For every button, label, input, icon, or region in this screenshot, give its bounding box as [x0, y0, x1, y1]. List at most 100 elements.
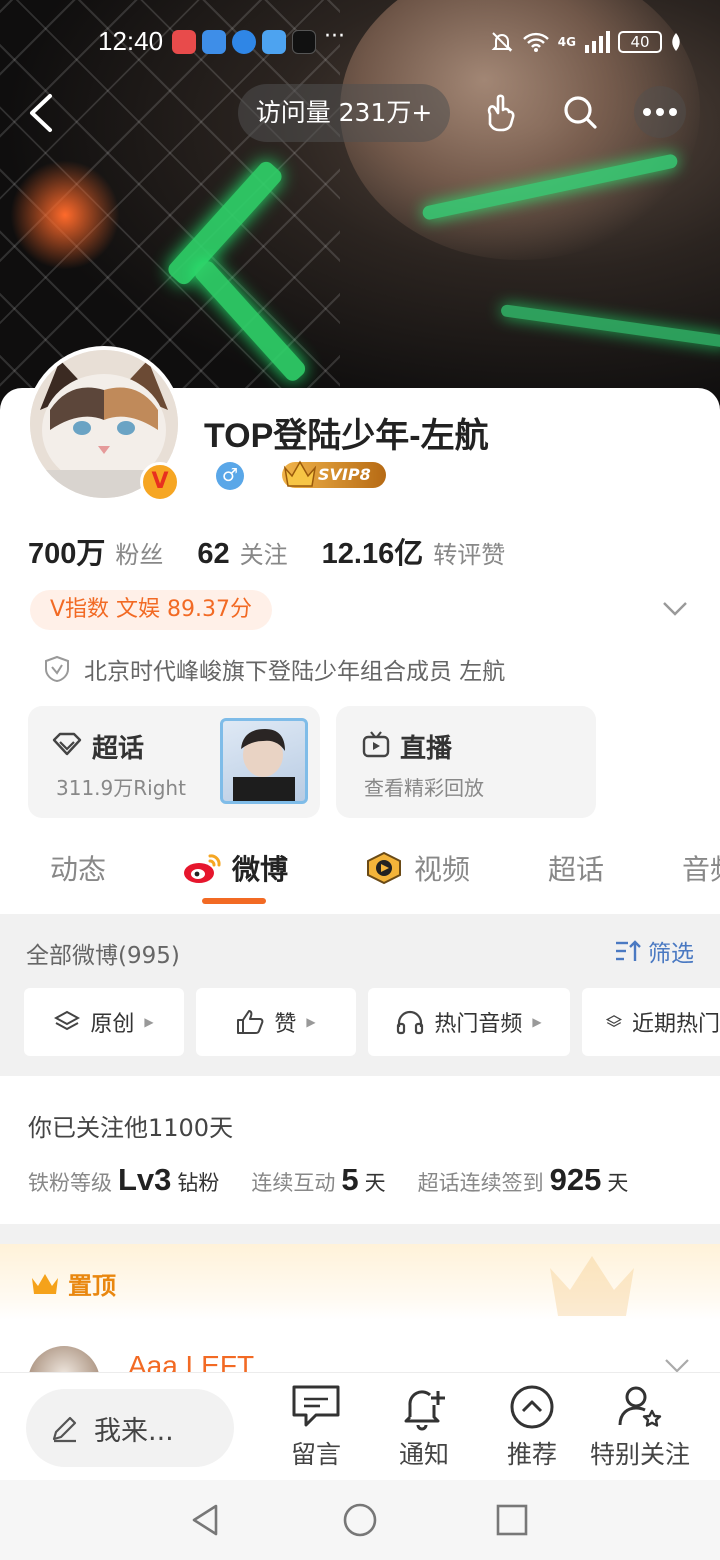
followers-label[interactable]: 粉丝	[115, 535, 163, 570]
tab-weibo[interactable]: 微博	[182, 848, 288, 888]
engagement-label: 转评赞	[433, 541, 506, 569]
fan-info-panel[interactable]: 你已关注他1100天 铁粉等级 Lv3 钻粉 连续互动 5 天 超话连续签到 9…	[0, 1076, 720, 1224]
all-posts-count: 全部微博(995)	[26, 943, 180, 969]
search-button[interactable]	[554, 86, 606, 138]
chip-arrow-icon: ▶	[144, 1015, 154, 1029]
chip-likes-label: 赞	[274, 1012, 297, 1037]
profile-tabs: 动态 微博 视频 超话 音频	[0, 830, 720, 914]
status-app-icons	[172, 30, 316, 54]
video-badge-icon	[367, 851, 401, 885]
cover-neon-stroke	[500, 304, 720, 348]
tab-video[interactable]: 视频	[364, 848, 470, 888]
chip-likes[interactable]: 赞 ▶	[196, 988, 356, 1056]
chevron-down-icon[interactable]	[664, 1358, 690, 1372]
chip-original-label: 原创	[90, 1012, 135, 1037]
fan-level-value: Lv3	[118, 1162, 172, 1197]
diamond-icon	[52, 732, 82, 756]
interact-unit: 天	[364, 1171, 386, 1195]
pinned-header: 置顶	[0, 1244, 720, 1320]
special-follow-label: 特别关注	[589, 1440, 690, 1469]
live-subtitle: 查看精彩回放	[364, 776, 484, 800]
chip-recent-hot[interactable]: 近期热门	[582, 988, 720, 1056]
svip-label: SVIP8	[318, 465, 371, 484]
followers-count[interactable]: 700万	[28, 530, 105, 572]
supertopic-subtitle: 311.9万Right	[56, 776, 186, 800]
battery-icon: 40	[618, 31, 662, 53]
wifi-icon	[522, 32, 549, 52]
filter-label: 筛选	[648, 941, 694, 967]
chip-original[interactable]: 原创 ▶	[24, 988, 184, 1056]
status-time: 12:40	[98, 26, 164, 56]
crown-icon	[32, 1273, 58, 1294]
tab-feed-label: 动态	[50, 853, 107, 886]
weibo-logo-icon	[184, 854, 221, 883]
chevron-down-icon[interactable]	[662, 600, 688, 618]
live-tile[interactable]: 直播 查看精彩回放	[336, 706, 596, 818]
nav-back-icon[interactable]	[188, 1502, 224, 1538]
following-label[interactable]: 关注	[240, 535, 288, 570]
user-star-icon	[618, 1386, 662, 1427]
visits-count[interactable]: 访问量 231万+	[238, 84, 450, 142]
weather-app-icon	[202, 30, 226, 54]
follow-days: 你已关注他1100天	[28, 1114, 234, 1142]
compose-input[interactable]: 我来...	[26, 1389, 234, 1467]
recommend-label: 推荐	[506, 1440, 557, 1469]
nav-recents-icon[interactable]	[494, 1502, 530, 1538]
chip-recent-hot-label: 近期热门	[631, 1012, 720, 1037]
compose-placeholder: 我来...	[94, 1415, 174, 1447]
v-index-badge[interactable]: V指数 文娱 89.37分	[30, 590, 273, 630]
supertopic-tile[interactable]: 超话 311.9万Right	[28, 706, 320, 818]
bio-text: 北京时代峰峻旗下登陆少年组合成员 左航	[84, 659, 506, 685]
back-arrow-icon	[30, 94, 52, 132]
more-button[interactable]	[634, 86, 686, 138]
cloud-app-icon	[262, 30, 286, 54]
chip-hot-audio-label: 热门音频	[434, 1012, 523, 1037]
crown-icon	[283, 460, 317, 487]
status-more-icon: ···	[324, 24, 345, 49]
notify-label: 通知	[398, 1440, 449, 1469]
notify-button[interactable]: 通知	[374, 1383, 474, 1471]
tab-weibo-label: 微博	[232, 853, 289, 886]
post-author-avatar[interactable]	[28, 1346, 100, 1372]
profile-bio: 北京时代峰峻旗下登陆少年组合成员 左航	[44, 652, 505, 686]
mute-bell-icon	[491, 32, 513, 52]
top-navigation: 访问量 231万+	[0, 80, 720, 144]
tab-audio[interactable]: 音频	[682, 848, 720, 888]
chip-arrow-icon: ▶	[532, 1015, 542, 1029]
checkin-label: 超话连续签到	[417, 1171, 544, 1195]
fan-level-label: 铁粉等级	[28, 1171, 112, 1195]
poke-button[interactable]	[474, 86, 526, 138]
post-author-name[interactable]: Aaa LEFT	[128, 1350, 254, 1372]
leaf-icon	[672, 33, 680, 51]
supertopic-thumbnail	[220, 718, 308, 804]
message-button[interactable]: 留言	[266, 1383, 366, 1471]
gender-male-icon: ♂	[216, 462, 244, 490]
special-follow-button[interactable]: 特别关注	[586, 1383, 694, 1471]
svip-badge[interactable]: SVIP8	[282, 460, 386, 488]
filter-button[interactable]: 筛选	[614, 934, 694, 968]
tab-feed[interactable]: 动态	[50, 848, 106, 888]
tab-supertopic[interactable]: 超话	[548, 848, 604, 888]
bell-plus-icon	[404, 1390, 445, 1431]
checkin-value: 925	[549, 1162, 602, 1197]
network-type: 4G	[557, 35, 576, 49]
active-tab-indicator	[202, 898, 266, 904]
live-title: 直播	[400, 734, 453, 764]
recommend-button[interactable]: 推荐	[482, 1383, 582, 1471]
shield-icon	[45, 655, 69, 683]
tab-supertopic-label: 超话	[548, 853, 605, 886]
status-right-icons: 4G 40	[490, 30, 682, 54]
chevron-up-circle-icon	[510, 1385, 554, 1429]
nav-home-icon[interactable]	[342, 1502, 378, 1538]
browser-app-icon	[232, 30, 256, 54]
thumbs-up-icon	[237, 1010, 264, 1034]
post-preview[interactable]: Aaa LEFT	[0, 1320, 720, 1372]
verified-badge-icon: V	[140, 462, 180, 502]
crown-watermark-icon	[550, 1256, 634, 1316]
back-button[interactable]	[20, 88, 64, 138]
filter-section: 全部微博(995) 筛选 原创 ▶ 赞 ▶ 热门音频 ▶ 近期热门	[0, 914, 720, 1076]
headphones-icon	[397, 1010, 424, 1035]
following-count[interactable]: 62	[197, 538, 229, 571]
pinned-text: 置顶	[68, 1272, 116, 1300]
chip-hot-audio[interactable]: 热门音频 ▶	[368, 988, 570, 1056]
